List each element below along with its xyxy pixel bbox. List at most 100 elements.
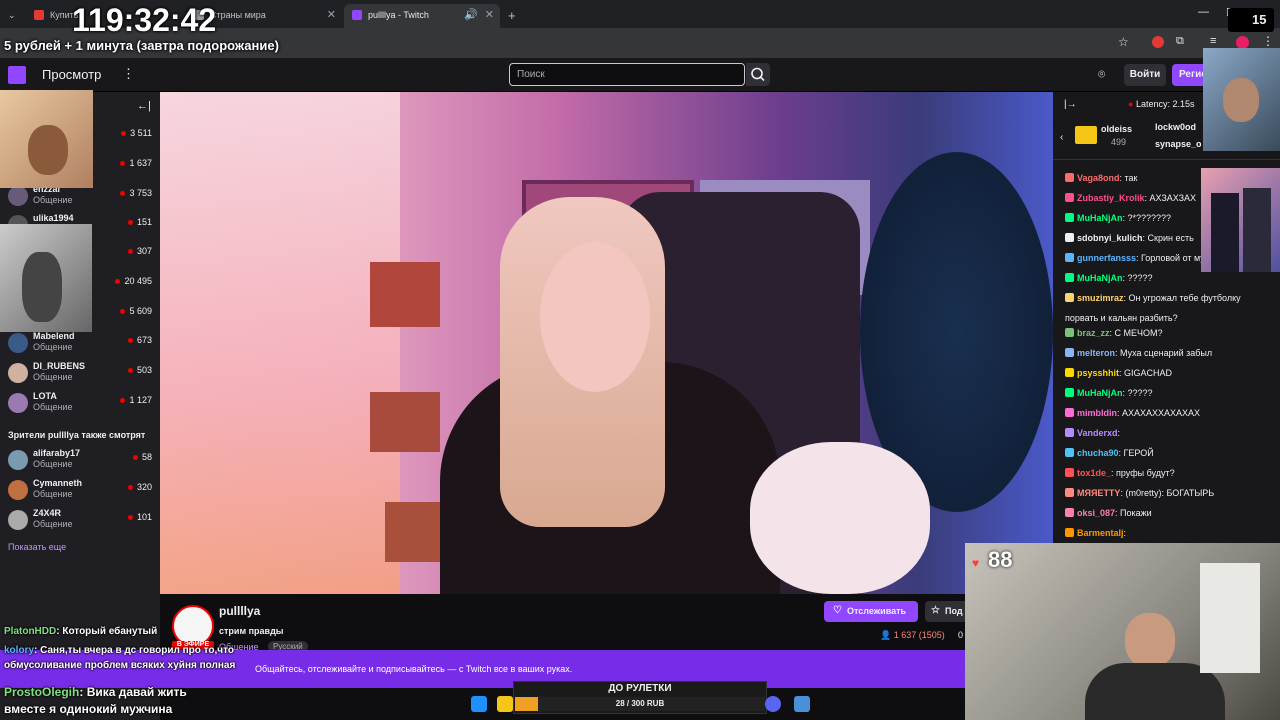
- channel-category: Общение: [33, 402, 73, 412]
- overlay-chat-line: kolory: Саня,ты вчера в дс говорил про т…: [4, 645, 234, 656]
- recommended-channel[interactable]: Z4X4R Общение 101: [0, 506, 160, 536]
- channel-name: Cymanneth: [33, 478, 83, 488]
- chat-username[interactable]: MuHaNjAn: [1077, 388, 1123, 398]
- browser-tab-3-active[interactable]: pullllya - Twitch 🔊 ✕: [344, 4, 500, 28]
- notepad-icon[interactable]: [794, 696, 810, 712]
- chat-badge-icon: [1065, 508, 1074, 517]
- search-button[interactable]: [746, 63, 770, 86]
- nav-more-icon[interactable]: ⋮: [122, 66, 135, 82]
- chat-username[interactable]: Vaga8ond: [1077, 173, 1120, 183]
- viewer-count: 320: [128, 482, 152, 492]
- chat-username[interactable]: braz_zz: [1077, 328, 1110, 338]
- chat-username[interactable]: tox1de_: [1077, 468, 1111, 478]
- sidebar-channel[interactable]: LOTA Общение 1 127: [0, 389, 160, 419]
- chat-username[interactable]: MuHaNjAn: [1077, 213, 1123, 223]
- nav-browse-link[interactable]: Просмотр: [42, 67, 101, 82]
- channel-avatar: [8, 510, 28, 530]
- video-player[interactable]: [160, 92, 1053, 594]
- show-more-link[interactable]: Показать еще: [8, 542, 66, 552]
- twitch-favicon-icon: [352, 10, 362, 20]
- channel-category: Общение: [33, 195, 73, 205]
- login-button[interactable]: Войти: [1124, 64, 1166, 86]
- extensions-puzzle-icon[interactable]: ⧉: [1176, 35, 1184, 48]
- overlay-chat-text: Саня,ты вчера в дс говорил про то,что: [40, 645, 234, 656]
- subscribe-button[interactable]: ☆ Под: [925, 601, 965, 622]
- overlay-chat-text: Который ебанутый: [62, 626, 158, 637]
- chat-message[interactable]: mimbldin: АХАХАХХАХАХАХ: [1065, 406, 1265, 421]
- chat-text: ?*???????: [1127, 213, 1172, 223]
- chat-message[interactable]: Vanderxd:: [1065, 426, 1265, 441]
- bookmark-star-icon[interactable]: ☆: [1118, 35, 1129, 49]
- chat-message[interactable]: oksi_087: Покажи: [1065, 506, 1265, 521]
- minimize-button[interactable]: —: [1198, 6, 1209, 18]
- chat-badge-icon: [1065, 488, 1074, 497]
- tab-close-icon[interactable]: ✕: [485, 8, 494, 21]
- search-input[interactable]: Поиск: [509, 63, 745, 86]
- chat-username[interactable]: smuzimraz: [1077, 293, 1124, 303]
- tab-audio-icon[interactable]: 🔊: [464, 8, 478, 21]
- file-explorer-icon[interactable]: [497, 696, 513, 712]
- channel-name: Mabelend: [33, 331, 75, 341]
- twitch-logo-icon[interactable]: [8, 66, 26, 84]
- tab-list-button[interactable]: ⌄: [4, 4, 22, 28]
- channel-avatar: [8, 333, 28, 353]
- channel-name: DI_RUBENS: [33, 361, 86, 371]
- chat-username[interactable]: oksi_087: [1077, 508, 1115, 518]
- recommended-channel[interactable]: alifaraby17 Общение 58: [0, 446, 160, 476]
- chat-username[interactable]: chucha90: [1077, 448, 1119, 458]
- chat-message[interactable]: smuzimraz: Он угрожал тебе футболку: [1065, 291, 1265, 306]
- kick-viewer-count: 15: [1228, 8, 1274, 32]
- expand-chat-icon[interactable]: |→: [1064, 99, 1077, 110]
- chat-username[interactable]: Zubastiy_Krolik: [1077, 193, 1145, 203]
- chat-message[interactable]: psysshhit: GIGACHAD: [1065, 366, 1265, 381]
- chat-message[interactable]: Barmentalj:: [1065, 526, 1265, 541]
- channel-category: Общение: [33, 372, 73, 382]
- collapse-sidebar-icon[interactable]: ←|: [137, 100, 151, 112]
- chat-message[interactable]: MuHaNjAn: ?????: [1065, 271, 1265, 286]
- channel-name: alifaraby17: [33, 448, 81, 458]
- discord-icon[interactable]: [765, 696, 781, 712]
- window-light: [160, 92, 400, 594]
- chevron-left-icon[interactable]: ‹: [1060, 132, 1063, 143]
- sidebar-channel[interactable]: DI_RUBENS Общение 503: [0, 359, 160, 389]
- viewer-count: 5 609: [120, 306, 152, 316]
- chat-username[interactable]: melteron: [1077, 348, 1115, 358]
- chat-username[interactable]: Barmentalj: [1077, 528, 1124, 538]
- media-control-icon[interactable]: ≡: [1210, 35, 1216, 47]
- tab-close-icon[interactable]: ✕: [327, 8, 336, 21]
- chat-username[interactable]: sdobnyi_kulich: [1077, 233, 1143, 243]
- channel-name[interactable]: pullllya: [219, 604, 260, 618]
- chat-message[interactable]: порвать и кальян разбить?: [1065, 311, 1265, 326]
- browser-menu-icon[interactable]: ⋮: [1262, 34, 1274, 48]
- chat-message[interactable]: braz_zz: С МЕЧОМ?: [1065, 326, 1265, 341]
- follow-button[interactable]: ♡ Отслеживать: [824, 601, 918, 622]
- chat-username[interactable]: Vanderxd: [1077, 428, 1118, 438]
- top-gifter-3[interactable]: synapse_o: [1155, 139, 1202, 149]
- chat-username[interactable]: psysshhit: [1077, 368, 1119, 378]
- chat-message[interactable]: tox1de_: пруфы будут?: [1065, 466, 1265, 481]
- heart-icon: ♡: [833, 605, 842, 616]
- chat-colon: :: [1123, 528, 1127, 538]
- prime-loot-icon[interactable]: ⌾: [1098, 67, 1105, 82]
- chat-username[interactable]: mimbldin: [1077, 408, 1117, 418]
- chat-username[interactable]: gunnerfansss: [1077, 253, 1136, 263]
- overlay-chat-user: kolory: [4, 645, 35, 656]
- chat-username[interactable]: MuHaNjAn: [1077, 273, 1123, 283]
- person-face: [28, 125, 68, 175]
- chat-message[interactable]: MЯЯETTY: (m0retty): БОГАТЫРЬ: [1065, 486, 1265, 501]
- top-gifter-1[interactable]: oldeiss: [1101, 124, 1132, 134]
- overlay-chat-line: вместе я одинокий мужчина: [4, 702, 172, 716]
- chat-message[interactable]: melteron: Муха сценарий забыл: [1065, 346, 1265, 361]
- top-gifter-2[interactable]: lockw0od: [1155, 122, 1196, 132]
- viewer-count: 1 127: [120, 395, 152, 405]
- latency-readout: ● Latency: 2.15s: [1128, 99, 1195, 109]
- chat-badge-icon: [1065, 448, 1074, 457]
- chat-message[interactable]: MuHaNjAn: ?????: [1065, 386, 1265, 401]
- new-tab-button[interactable]: +: [504, 4, 524, 28]
- chat-message[interactable]: chucha90: ГЕРОЙ: [1065, 446, 1265, 461]
- sidebar-channel[interactable]: Mabelend Общение 673: [0, 329, 160, 359]
- windows-start-icon[interactable]: [471, 696, 487, 712]
- extension-icon[interactable]: [1152, 36, 1164, 48]
- chat-username[interactable]: MЯЯETTY: [1077, 488, 1120, 498]
- recommended-channel[interactable]: Cymanneth Общение 320: [0, 476, 160, 506]
